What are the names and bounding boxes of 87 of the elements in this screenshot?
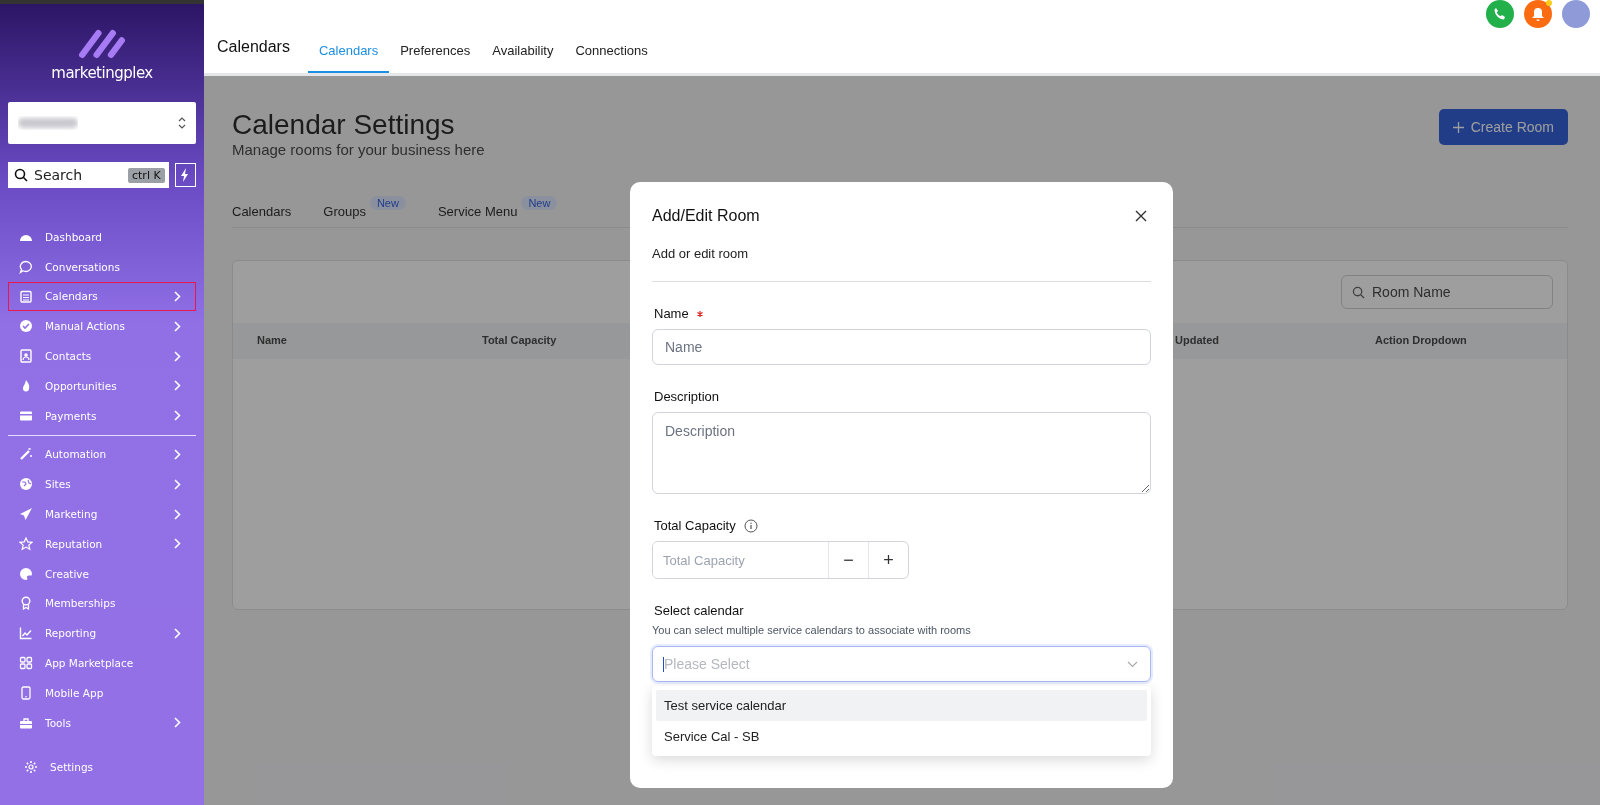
sidebar-item[interactable]: Reputation	[8, 528, 196, 559]
tab[interactable]: Connections	[564, 43, 659, 73]
search-field[interactable]: Search ctrl K	[8, 162, 169, 188]
sidebar-item[interactable]: Opportunities	[8, 371, 196, 401]
chart-icon	[19, 626, 33, 641]
contact-icon	[19, 349, 33, 364]
room-search-field[interactable]: Room Name	[1341, 275, 1553, 309]
bell-icon	[1531, 6, 1545, 22]
field-label: Name	[654, 306, 689, 321]
subtab[interactable]: Groups	[323, 204, 366, 219]
calendar-select[interactable]: Please Select	[652, 646, 1151, 682]
globe-icon	[19, 477, 33, 492]
phone-button[interactable]	[1486, 0, 1514, 28]
sidebar-item[interactable]: Sites	[8, 469, 196, 500]
tab[interactable]: Calendars	[307, 43, 390, 73]
column-header: Name	[257, 334, 287, 346]
dropdown-option[interactable]: Service Cal - SB	[656, 721, 1147, 752]
notifications-button[interactable]	[1524, 0, 1552, 28]
star-icon	[19, 536, 33, 551]
description-input[interactable]: Description	[652, 412, 1151, 494]
modal-subtitle: Add or edit room	[652, 246, 750, 261]
sidebar-item[interactable]: App Marketplace	[8, 648, 196, 678]
search-icon	[14, 168, 28, 182]
field-label: Select calendar	[654, 603, 744, 618]
column-header: Total Capacity	[482, 334, 557, 346]
tab[interactable]: Availability	[481, 43, 565, 73]
page-title: Calendars	[217, 38, 290, 56]
name-input[interactable]: Name	[652, 329, 1151, 365]
updown-caret-icon	[178, 116, 186, 130]
lightning-icon	[180, 168, 191, 182]
phone-icon	[19, 685, 33, 700]
phone-icon	[1493, 7, 1507, 21]
calendar-icon	[19, 289, 33, 304]
wand-icon	[19, 447, 33, 462]
chat-icon	[19, 259, 33, 274]
logo-wordmark: marketingplex	[51, 64, 153, 82]
sidebar-item[interactable]: Mobile App	[8, 677, 196, 708]
new-badge: New	[521, 196, 558, 210]
plus-icon	[1452, 121, 1464, 133]
sidebar-item[interactable]: Memberships	[8, 588, 196, 619]
create-room-button[interactable]: Create Room	[1438, 109, 1568, 145]
info-icon	[743, 518, 758, 533]
search-icon	[1352, 285, 1365, 299]
sidebar-item[interactable]: Calendars	[8, 281, 196, 312]
decrement-button[interactable]: −	[828, 542, 868, 578]
sidebar-item[interactable]: Marketing	[8, 499, 196, 529]
page-heading: Calendar Settings	[232, 109, 456, 141]
plane-icon	[19, 507, 33, 522]
toolbox-icon	[19, 715, 33, 730]
subtab[interactable]: Calendars	[232, 204, 292, 219]
new-badge: New	[369, 196, 406, 210]
quick-action-button[interactable]	[174, 163, 196, 187]
sidebar-item[interactable]: Reporting	[8, 618, 196, 649]
sidebar-item[interactable]: Dashboard	[8, 222, 196, 252]
check-icon	[19, 319, 33, 334]
sidebar-item[interactable]: Payments	[8, 400, 196, 431]
sidebar-item[interactable]: Manual Actions	[8, 311, 196, 342]
help-text: You can select multiple service calendars to associate with rooms	[652, 624, 972, 636]
search-input[interactable]: Search	[32, 166, 124, 184]
location-switcher[interactable]	[8, 102, 196, 144]
sidebar-item[interactable]: Contacts	[8, 341, 196, 371]
settings-item[interactable]: Settings	[24, 759, 94, 774]
avatar[interactable]	[1562, 0, 1590, 28]
tab[interactable]: Preferences	[389, 43, 482, 73]
sidebar-item[interactable]: Creative	[8, 558, 196, 589]
shortcut-hint: ctrl K	[128, 167, 165, 183]
field-label: Total Capacity	[654, 518, 736, 533]
close-icon	[1135, 210, 1147, 222]
subtab[interactable]: Service Menu	[437, 204, 518, 219]
sidebar-item[interactable]: Automation	[8, 439, 196, 470]
increment-button[interactable]: +	[868, 542, 908, 578]
sidebar-item[interactable]: Tools	[8, 707, 196, 738]
capacity-stepper[interactable]: Total Capacity − +	[652, 541, 909, 579]
chevron-down-icon	[1127, 660, 1138, 668]
settings-icon	[24, 759, 38, 774]
dropdown-option[interactable]: Test service calendar	[656, 690, 1147, 721]
field-label: Description	[654, 389, 720, 404]
column-header: Updated	[1175, 334, 1219, 346]
page-subtitle: Manage rooms for your business here	[232, 141, 485, 158]
modal-title: Add/Edit Room	[652, 207, 760, 225]
award-icon	[19, 596, 33, 611]
redacted-text-drawing	[18, 116, 78, 130]
grid-icon	[19, 656, 33, 671]
palette-icon	[19, 566, 33, 581]
column-header: Action Dropdown	[1375, 334, 1467, 346]
room-search-input[interactable]: Room Name	[1370, 283, 1534, 301]
sidebar-item[interactable]: Conversations	[8, 251, 196, 282]
